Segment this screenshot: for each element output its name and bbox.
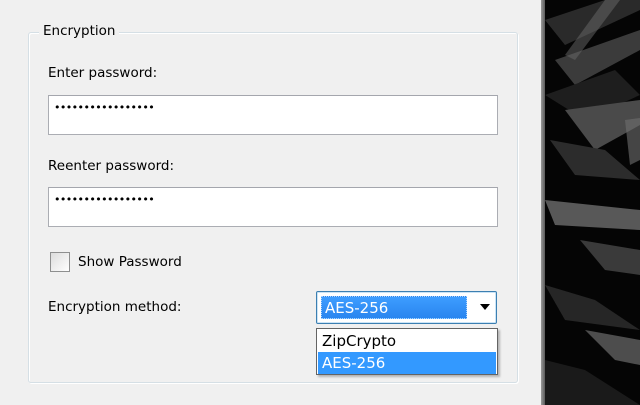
show-password-label[interactable]: Show Password <box>78 253 182 271</box>
encryption-method-label: Encryption method: <box>48 299 182 315</box>
enter-password-masked-value: ••••••••••••••••• <box>54 101 155 114</box>
stage: Encryption Enter password: •••••••••••••… <box>0 0 640 405</box>
chevron-down-icon[interactable] <box>480 304 490 310</box>
enter-password-field[interactable]: ••••••••••••••••• <box>48 95 498 135</box>
dropdown-option-zipcrypto[interactable]: ZipCrypto <box>318 330 496 352</box>
enter-password-label: Enter password: <box>48 65 158 81</box>
encryption-method-selected-value: AES-256 <box>321 296 467 319</box>
dropdown-option-aes256[interactable]: AES-256 <box>318 352 496 374</box>
reenter-password-field[interactable]: ••••••••••••••••• <box>48 187 498 227</box>
encryption-method-select[interactable]: AES-256 <box>316 291 497 324</box>
show-password-checkbox[interactable] <box>50 252 70 272</box>
encryption-method-dropdown-list: ZipCrypto AES-256 <box>316 328 498 375</box>
reenter-password-masked-value: ••••••••••••••••• <box>54 193 155 206</box>
desktop-background <box>545 0 640 405</box>
desktop-wallpaper-shards <box>545 0 640 405</box>
reenter-password-label: Reenter password: <box>48 158 175 174</box>
encryption-group-title: Encryption <box>39 21 120 41</box>
